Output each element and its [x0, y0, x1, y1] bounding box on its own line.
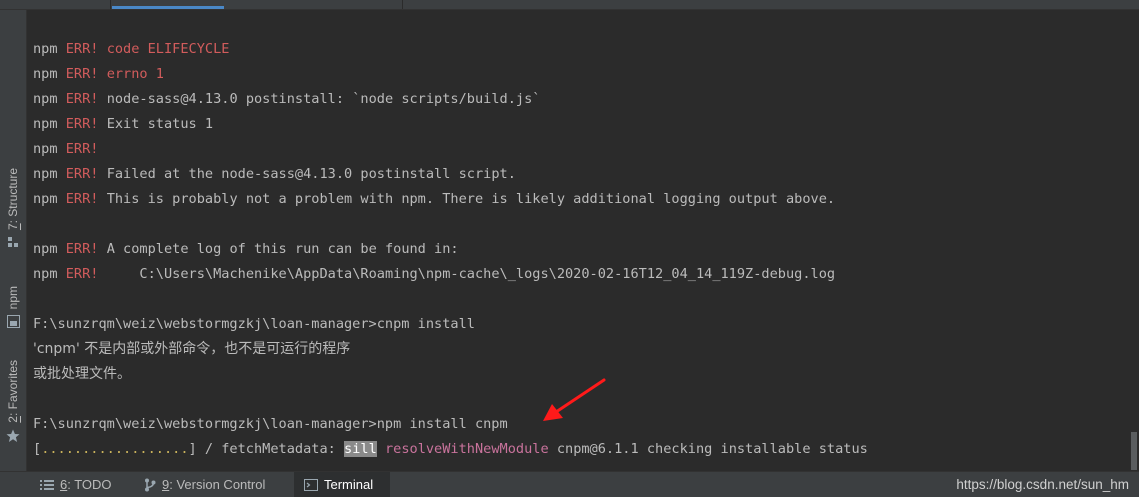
star-icon: [6, 429, 20, 442]
terminal-line: npm ERR! code ELIFECYCLE: [33, 41, 230, 57]
favorites-label: : Favorites: [6, 360, 20, 417]
favorites-shortcut-number: 2: [6, 416, 20, 423]
tab-separator: [110, 0, 111, 9]
terminal-line: npm ERR! errno 1: [33, 66, 164, 82]
terminal-line: 或批处理文件。: [33, 366, 131, 382]
vcs-label: : Version Control: [169, 477, 266, 492]
terminal-prompt-line: F:\sunzrqm\weiz\webstormgzkj\loan-manage…: [33, 316, 475, 332]
bottom-tool-bar: 6: TODO 9: Version Control Terminal http…: [0, 471, 1139, 497]
terminal-icon: [304, 478, 318, 491]
npm-label: npm: [6, 286, 20, 310]
terminal-line: 'cnpm' 不是内部或外部命令，也不是可运行的程序: [33, 341, 351, 357]
terminal-tool-button[interactable]: Terminal: [294, 472, 390, 497]
terminal-scrollbar[interactable]: [1129, 10, 1139, 471]
terminal-prompt-line: F:\sunzrqm\weiz\webstormgzkj\loan-manage…: [33, 416, 508, 432]
todo-tool-button[interactable]: 6: TODO: [30, 472, 122, 497]
structure-icon: [8, 237, 18, 248]
npm-icon: [6, 315, 20, 329]
structure-label: : Structure: [6, 168, 20, 224]
terminal-line: npm ERR!: [33, 141, 99, 157]
version-control-tool-button[interactable]: 9: Version Control: [134, 472, 275, 497]
terminal-line: npm ERR! C:\Users\Machenike\AppData\Roam…: [33, 266, 836, 282]
branch-icon: [145, 478, 156, 491]
terminal-line: npm ERR! A complete log of this run can …: [33, 241, 459, 257]
favorites-tool-button[interactable]: 2: Favorites: [0, 360, 26, 443]
progress-dots: ..................: [41, 441, 189, 457]
active-tab-indicator[interactable]: [112, 6, 224, 9]
structure-tool-button[interactable]: 7: Structure: [0, 168, 26, 248]
log-level-badge: sill: [344, 441, 377, 457]
left-tool-strip: 7: Structure npm 2: Favorites: [0, 10, 27, 471]
terminal-progress-line: [..................] / fetchMetadata: si…: [33, 441, 868, 457]
todo-label: : TODO: [67, 477, 112, 492]
tab-separator: [402, 0, 403, 9]
list-icon: [40, 479, 54, 490]
function-name: resolveWithNewModule: [384, 441, 549, 457]
npm-tool-button[interactable]: npm: [0, 286, 26, 329]
terminal-line: npm ERR! node-sass@4.13.0 postinstall: `…: [33, 91, 541, 107]
terminal-label: Terminal: [324, 477, 374, 492]
terminal-line: npm ERR! This is probably not a problem …: [33, 191, 836, 207]
terminal-line: npm ERR! Exit status 1: [33, 116, 214, 132]
editor-tab-strip: [0, 0, 1139, 10]
structure-shortcut-number: 7: [6, 223, 20, 231]
terminal-line: npm ERR! Failed at the node-sass@4.13.0 …: [33, 166, 516, 182]
scrollbar-thumb[interactable]: [1131, 432, 1137, 470]
terminal-output[interactable]: npm ERR! code ELIFECYCLE npm ERR! errno …: [27, 10, 1129, 471]
watermark-url: https://blog.csdn.net/sun_hm: [956, 477, 1129, 492]
